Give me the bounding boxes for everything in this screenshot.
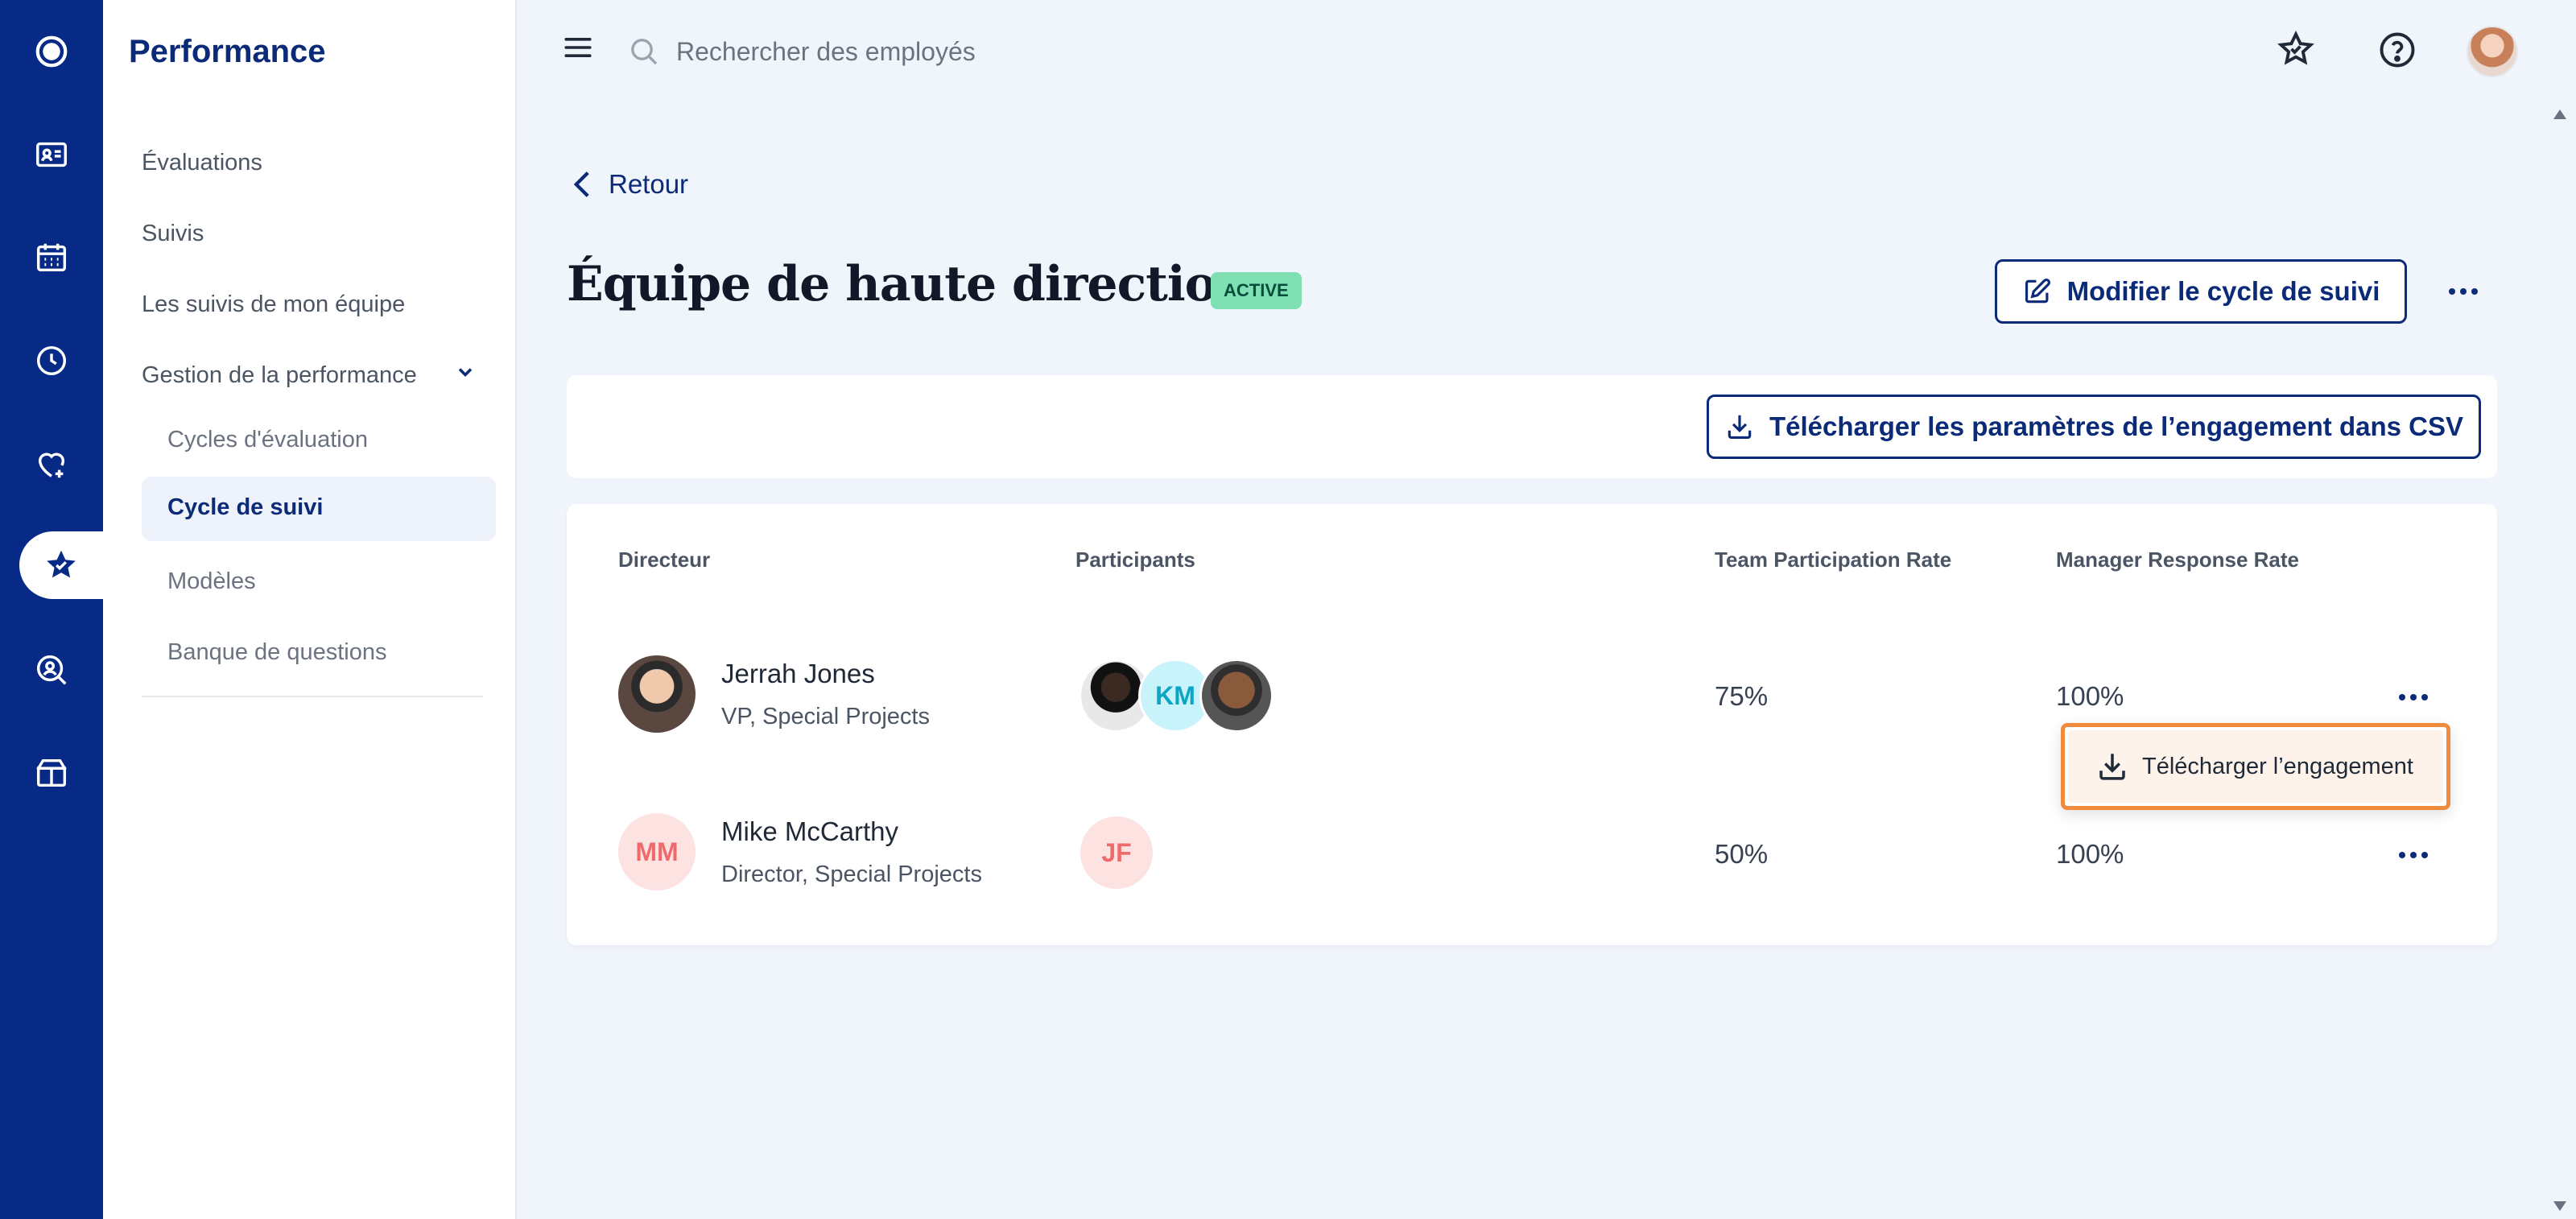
sidebar-subitem-templates[interactable]: Modèles (167, 568, 256, 595)
sidebar-title: Performance (129, 34, 326, 69)
director-initials: MM (618, 813, 696, 890)
download-engagement-label: Télécharger l’engagement (2142, 753, 2413, 779)
id-card-icon[interactable] (0, 121, 103, 188)
scroll-down-arrow[interactable] (2553, 1201, 2566, 1211)
header-more-button[interactable] (2444, 277, 2483, 306)
sidebar: Performance Évaluations Suivis Les suivi… (103, 0, 517, 1219)
download-csv-button[interactable]: Télécharger les paramètres de l’engageme… (1707, 395, 2481, 459)
edit-icon (2025, 279, 2050, 304)
heart-plus-icon[interactable] (0, 430, 103, 498)
help-icon[interactable] (2376, 29, 2418, 71)
avatar (618, 655, 696, 733)
dot (2399, 694, 2405, 700)
app-rail (0, 0, 103, 1219)
participant-avatar (1199, 659, 1274, 733)
sidebar-subitem-evaluation-cycles[interactable]: Cycles d'évaluation (167, 427, 368, 453)
manager-rate: 100% (2056, 839, 2124, 869)
director-name[interactable]: Jerrah Jones (721, 659, 875, 689)
employee-search-input[interactable] (676, 32, 1320, 71)
download-engagement-menu-item[interactable]: Télécharger l’engagement (2068, 730, 2443, 803)
director-name[interactable]: Mike McCarthy (721, 816, 898, 847)
sidebar-subitem-label: Cycle de suivi (167, 494, 324, 520)
star-check-icon[interactable] (2275, 29, 2317, 71)
scroll-up-arrow[interactable] (2553, 110, 2566, 119)
director-role: VP, Special Projects (721, 704, 930, 729)
performance-star-icon[interactable] (19, 531, 103, 599)
clock-icon[interactable] (0, 327, 103, 395)
sidebar-subitem-followup-cycle[interactable]: Cycle de suivi (142, 477, 496, 541)
sidebar-item-suivis[interactable]: Suivis (142, 221, 204, 247)
edit-cycle-label: Modifier le cycle de suivi (2066, 276, 2380, 306)
director-role: Director, Special Projects (721, 862, 982, 887)
dot (2421, 852, 2428, 858)
dot (2410, 852, 2417, 858)
team-rate: 75% (1715, 681, 1769, 711)
sidebar-divider (142, 696, 483, 697)
dot (2460, 288, 2467, 295)
sidebar-item-evaluations[interactable]: Évaluations (142, 150, 262, 176)
logo-icon[interactable] (0, 18, 103, 85)
column-header-participants: Participants (1075, 548, 1195, 572)
status-badge: ACTIVE (1211, 272, 1302, 309)
calendar-icon[interactable] (0, 224, 103, 291)
team-rate: 50% (1715, 839, 1769, 869)
column-header-manager-rate: Manager Response Rate (2056, 548, 2299, 572)
user-avatar[interactable] (2467, 26, 2518, 77)
chevron-left-icon (573, 171, 589, 197)
dot (2449, 288, 2455, 295)
edit-cycle-button[interactable]: Modifier le cycle de suivi (1995, 259, 2407, 324)
back-label: Retour (609, 169, 689, 199)
column-header-director: Directeur (618, 548, 711, 572)
back-link[interactable]: Retour (570, 169, 688, 200)
row-more-button[interactable] (2394, 689, 2433, 705)
hamburger-menu-icon[interactable] (564, 35, 592, 60)
dot (2421, 694, 2428, 700)
download-icon (2099, 754, 2125, 780)
search-icon (631, 39, 658, 65)
dot (2471, 288, 2478, 295)
row-actions-menu: Télécharger l’engagement (2061, 723, 2450, 810)
download-csv-label: Télécharger les paramètres de l’engageme… (1769, 411, 2463, 441)
search-person-icon[interactable] (0, 636, 103, 704)
chevron-down-icon[interactable] (454, 361, 477, 383)
gift-box-icon[interactable] (0, 739, 103, 807)
page-title: Équipe de haute direction (567, 256, 1251, 312)
manager-rate: 100% (2056, 681, 2124, 711)
column-header-team-rate: Team Participation Rate (1715, 548, 1952, 572)
sidebar-item-performance-management[interactable]: Gestion de la performance (142, 362, 417, 389)
download-icon (1728, 415, 1752, 440)
participant-initials: JF (1080, 816, 1153, 889)
dot (2410, 694, 2417, 700)
sidebar-subitem-question-bank[interactable]: Banque de questions (167, 639, 387, 666)
sidebar-item-team-suivis[interactable]: Les suivis de mon équipe (142, 291, 405, 318)
row-more-button[interactable] (2394, 847, 2433, 863)
dot (2399, 852, 2405, 858)
